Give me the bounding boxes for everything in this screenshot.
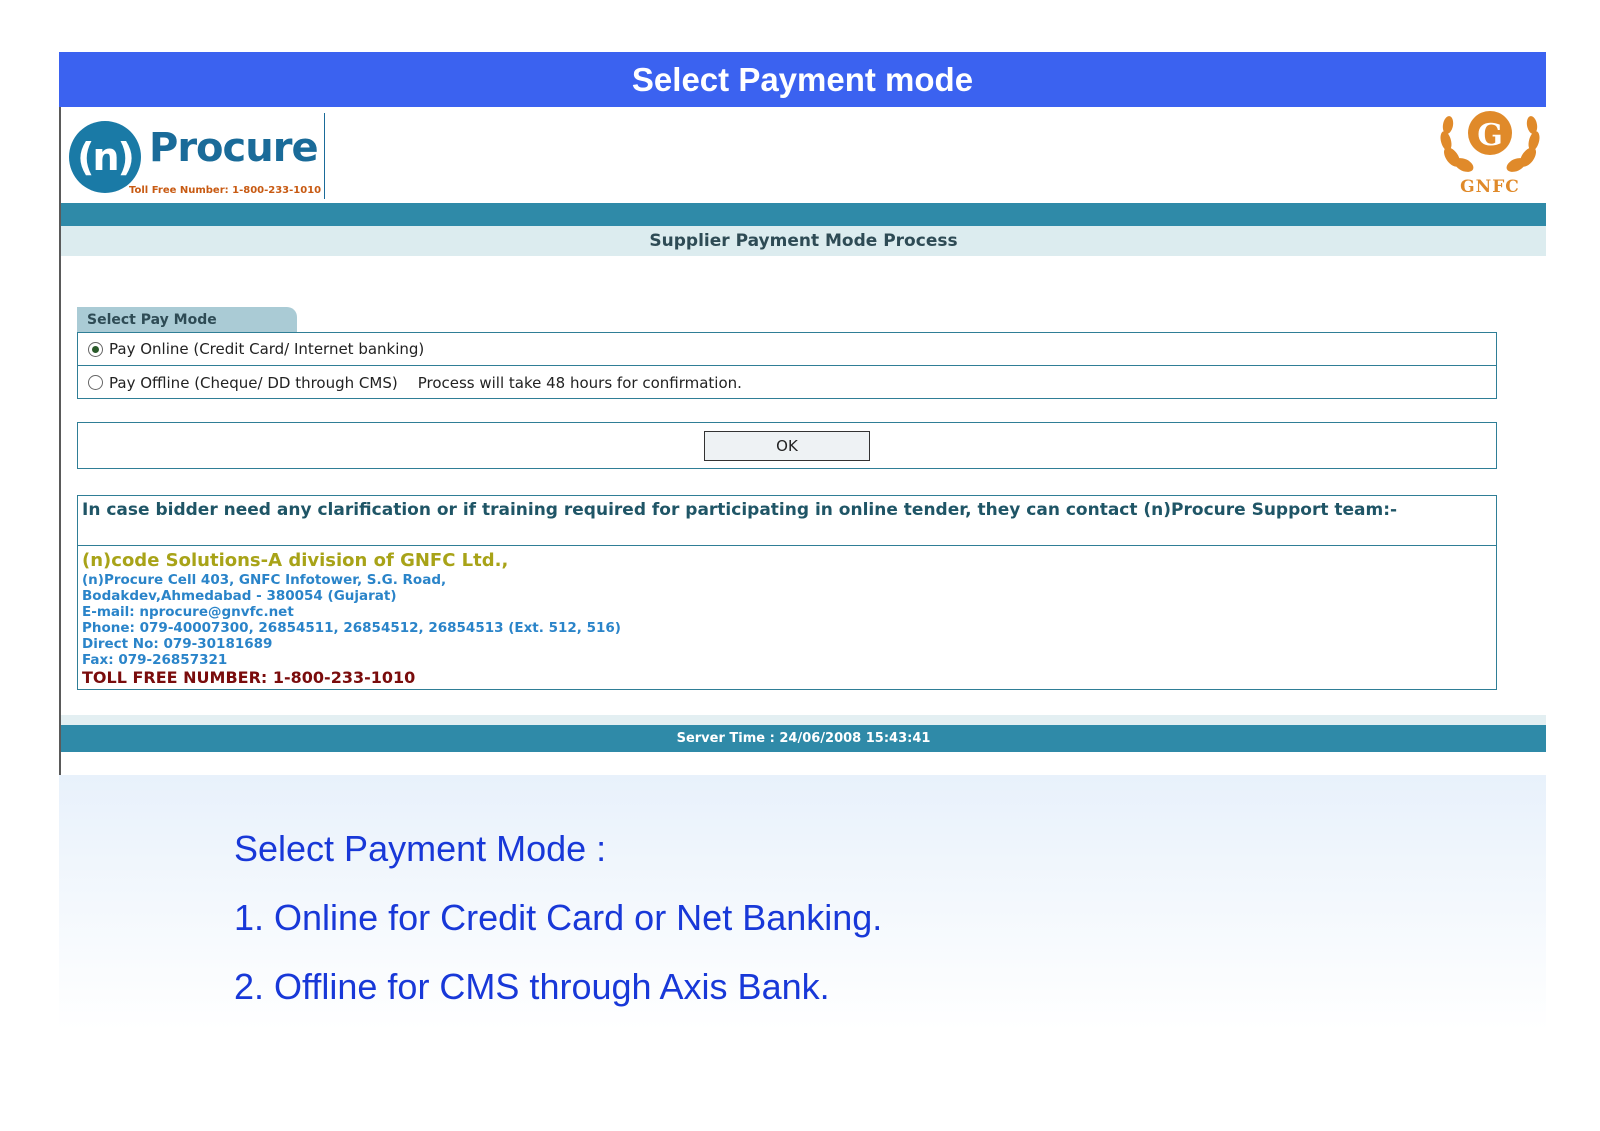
radio-selected-dot <box>92 345 99 353</box>
gnfc-logo: G GNFC <box>1434 107 1546 203</box>
server-time: Server Time : 24/06/2008 15:43:41 <box>61 725 1546 752</box>
bottom-strip <box>61 715 1546 725</box>
nprocure-logo: (n) Procure Toll Free Number: 1-800-233-… <box>69 113 325 199</box>
support-intro: In case bidder need any clarification or… <box>82 500 1398 520</box>
divider <box>78 545 1496 546</box>
tab-select-pay-mode: Select Pay Mode <box>77 307 297 332</box>
pay-mode-options: Pay Online (Credit Card/ Internet bankin… <box>77 332 1497 399</box>
gnfc-emblem-icon: G <box>1440 111 1540 172</box>
ok-button[interactable]: OK <box>704 430 870 461</box>
header: (n) Procure Toll Free Number: 1-800-233-… <box>61 107 1546 203</box>
gnfc-letter: G <box>1477 118 1503 153</box>
note-heading: Select Payment Mode : <box>234 828 607 869</box>
page-subtitle: Supplier Payment Mode Process <box>61 226 1546 256</box>
logo-toll-free: Toll Free Number: 1-800-233-1010 <box>129 185 322 196</box>
support-contact-panel: In case bidder need any clarification or… <box>77 495 1497 690</box>
note-item-offline: 2. Offline for CMS through Axis Bank. <box>234 966 830 1007</box>
option-pay-online[interactable]: Pay Online (Credit Card/ Internet bankin… <box>78 333 1496 366</box>
radio-pay-offline[interactable] <box>88 375 103 390</box>
support-address-line: Bodakdev,Ahmedabad - 380054 (Gujarat) <box>82 588 397 604</box>
support-address-line: (n)Procure Cell 403, GNFC Infotower, S.G… <box>82 572 447 588</box>
support-toll-free: TOLL FREE NUMBER: 1-800-233-1010 <box>82 668 416 687</box>
support-details: (n)Procure Cell 403, GNFC Infotower, S.G… <box>82 572 621 668</box>
support-email: E-mail: nprocure@gnvfc.net <box>82 604 294 620</box>
logo-word: Procure <box>149 125 319 171</box>
logo-circle: (n) <box>69 121 141 193</box>
app-window: (n) Procure Toll Free Number: 1-800-233-… <box>59 107 1546 775</box>
option-pay-online-label: Pay Online (Credit Card/ Internet bankin… <box>109 340 425 358</box>
option-pay-offline-label: Pay Offline (Cheque/ DD through CMS) <box>109 373 398 392</box>
support-direct: Direct No: 079-30181689 <box>82 636 273 652</box>
ok-panel: OK <box>77 422 1497 469</box>
radio-pay-online[interactable] <box>88 341 103 357</box>
slide-title: Select Payment mode <box>59 52 1546 107</box>
header-band <box>61 203 1546 226</box>
option-pay-offline[interactable]: Pay Offline (Cheque/ DD through CMS) Pro… <box>78 366 1496 399</box>
option-pay-offline-note: Process will take 48 hours for confirmat… <box>417 373 742 392</box>
gnfc-text: GNFC <box>1460 177 1520 197</box>
support-fax: Fax: 079-26857321 <box>82 652 228 668</box>
support-phone: Phone: 079-40007300, 26854511, 26854512,… <box>82 620 621 636</box>
note-item-online: 1. Online for Credit Card or Net Banking… <box>234 897 883 938</box>
support-org: (n)code Solutions-A division of GNFC Ltd… <box>82 550 509 571</box>
